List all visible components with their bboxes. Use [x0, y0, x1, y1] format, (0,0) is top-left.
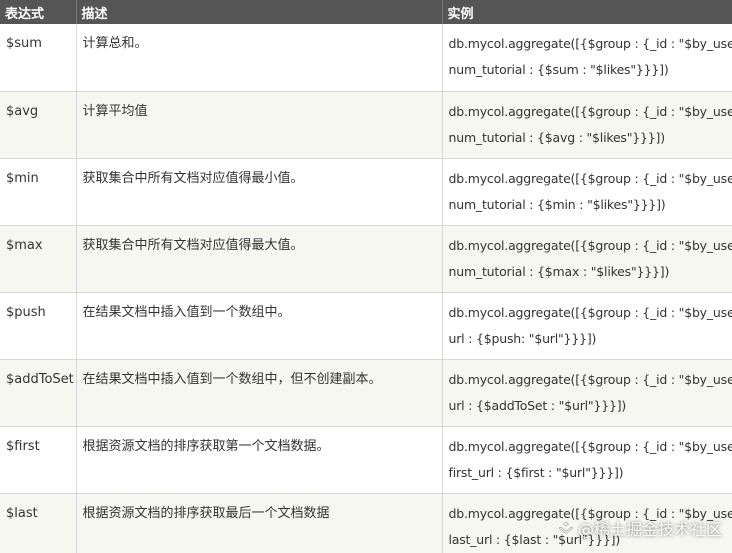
header-example: 实例	[442, 0, 732, 24]
example-line: url : {$push: "$url"}}}])	[448, 330, 597, 346]
description-cell: 在结果文档中插入值到一个数组中。	[76, 292, 443, 360]
table-row: $max 获取集合中所有文档对应值得最大值。 db.mycol.aggregat…	[0, 225, 732, 293]
example-cell: db.mycol.aggregate([{$group : {_id : "$b…	[442, 426, 732, 494]
expression-cell: $addToSet	[0, 359, 77, 427]
example-cell: db.mycol.aggregate([{$group : {_id : "$b…	[442, 91, 732, 159]
description-cell: 计算平均值	[76, 91, 443, 159]
header-description: 描述	[76, 0, 443, 24]
table-row: $last 根据资源文档的排序获取最后一个文档数据 db.mycol.aggre…	[0, 493, 732, 553]
table-row: $first 根据资源文档的排序获取第一个文档数据。 db.mycol.aggr…	[0, 426, 732, 494]
table-body: $sum 计算总和。 db.mycol.aggregate([{$group :…	[0, 24, 732, 553]
example-line: db.mycol.aggregate([{$group : {_id : "$b…	[448, 103, 732, 119]
example-line: num_tutorial : {$avg : "$likes"}}}])	[448, 129, 666, 145]
expression-cell: $avg	[0, 91, 77, 159]
example-cell: db.mycol.aggregate([{$group : {_id : "$b…	[442, 158, 732, 226]
expression-cell: $max	[0, 225, 77, 293]
expression-cell: $last	[0, 493, 77, 553]
example-line: db.mycol.aggregate([{$group : {_id : "$b…	[448, 505, 732, 521]
example-line: db.mycol.aggregate([{$group : {_id : "$b…	[448, 36, 732, 51]
example-cell: db.mycol.aggregate([{$group : {_id : "$b…	[442, 493, 732, 553]
table-row: $addToSet 在结果文档中插入值到一个数组中，但不创建副本。 db.myc…	[0, 359, 732, 427]
table-row: $min 获取集合中所有文档对应值得最小值。 db.mycol.aggregat…	[0, 158, 732, 226]
example-line: db.mycol.aggregate([{$group : {_id : "$b…	[448, 237, 732, 253]
header-expression: 表达式	[0, 0, 77, 24]
aggregate-expressions-table: 表达式 描述 实例 $sum 计算总和。 db.mycol.aggregate(…	[0, 0, 732, 553]
description-cell: 根据资源文档的排序获取最后一个文档数据	[76, 493, 443, 553]
example-line: first_url : {$first : "$url"}}}])	[448, 464, 624, 480]
expression-cell: $push	[0, 292, 77, 360]
expression-cell: $min	[0, 158, 77, 226]
description-cell: 获取集合中所有文档对应值得最大值。	[76, 225, 443, 293]
example-line: db.mycol.aggregate([{$group : {_id : "$b…	[448, 438, 732, 454]
table-header-row: 表达式 描述 实例	[0, 0, 732, 24]
example-line: db.mycol.aggregate([{$group : {_id : "$b…	[448, 371, 732, 387]
example-line: num_tutorial : {$max : "$likes"}}}])	[448, 263, 670, 279]
expression-cell: $first	[0, 426, 77, 494]
table-row: $push 在结果文档中插入值到一个数组中。 db.mycol.aggregat…	[0, 292, 732, 360]
table-row: $avg 计算平均值 db.mycol.aggregate([{$group :…	[0, 91, 732, 159]
table-row: $sum 计算总和。 db.mycol.aggregate([{$group :…	[0, 24, 732, 92]
description-cell: 根据资源文档的排序获取第一个文档数据。	[76, 426, 443, 494]
example-line: url : {$addToSet : "$url"}}}])	[448, 397, 627, 413]
description-cell: 获取集合中所有文档对应值得最小值。	[76, 158, 443, 226]
expression-cell: $sum	[0, 24, 77, 92]
example-line: num_tutorial : {$min : "$likes"}}}])	[448, 196, 666, 212]
example-line: last_url : {$last : "$url"}}}])	[448, 531, 621, 547]
example-cell: db.mycol.aggregate([{$group : {_id : "$b…	[442, 24, 732, 92]
table-header: 表达式 描述 实例	[0, 0, 732, 24]
example-cell: db.mycol.aggregate([{$group : {_id : "$b…	[442, 292, 732, 360]
example-cell: db.mycol.aggregate([{$group : {_id : "$b…	[442, 225, 732, 293]
example-line: db.mycol.aggregate([{$group : {_id : "$b…	[448, 170, 732, 186]
description-cell: 在结果文档中插入值到一个数组中，但不创建副本。	[76, 359, 443, 427]
example-line: db.mycol.aggregate([{$group : {_id : "$b…	[448, 304, 732, 320]
description-cell: 计算总和。	[76, 24, 443, 92]
example-cell: db.mycol.aggregate([{$group : {_id : "$b…	[442, 359, 732, 427]
example-line: num_tutorial : {$sum : "$likes"}}}])	[448, 62, 669, 77]
